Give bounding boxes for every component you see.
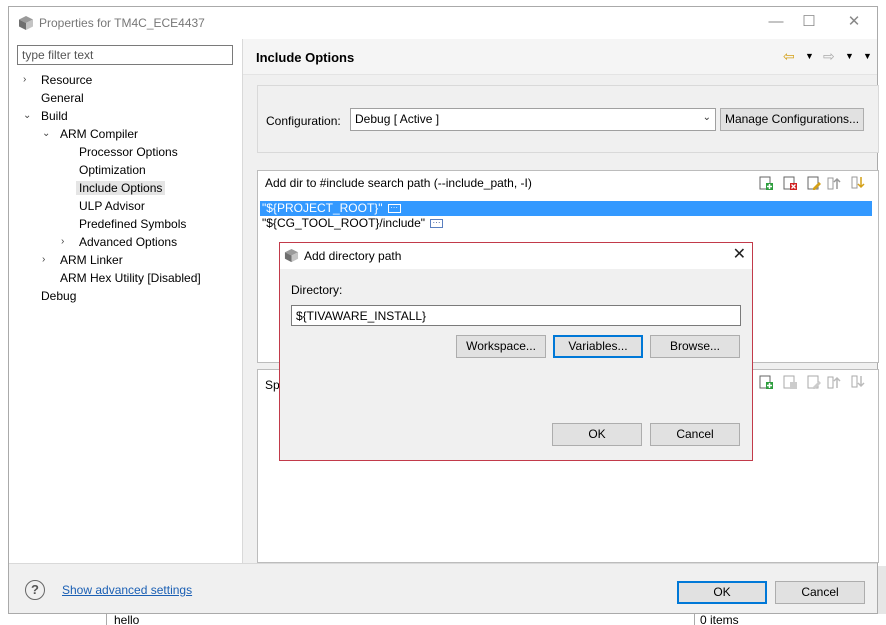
tree-item-label: Include Options (76, 181, 166, 195)
manage-configurations-button[interactable]: Manage Configurations... (720, 108, 864, 131)
directory-label: Directory: (291, 283, 343, 297)
page-title: Include Options (256, 50, 355, 65)
dropdown-icon[interactable]: ▼ (845, 48, 854, 64)
tree-item-label: ARM Hex Utility [Disabled] (60, 271, 201, 285)
ellipsis-icon: ··· (430, 219, 444, 229)
tree-item-label: Optimization (79, 163, 146, 177)
configuration-label: Configuration: (266, 114, 341, 128)
app-cube-icon (284, 248, 299, 263)
directory-field[interactable] (291, 305, 741, 326)
configuration-group: Configuration: Debug [ Active ] ⌄ Manage… (257, 85, 879, 153)
close-icon[interactable]: ✕ (733, 246, 746, 264)
tree-item-advanced-options[interactable]: › Advanced Options (61, 233, 177, 251)
page-header: Include Options ⇦ ▼ ⇨ ▼ ▼ (243, 39, 877, 75)
forward-arrow-icon[interactable]: ⇨ (823, 48, 835, 64)
add-directory-dialog: Add directory path ✕ Directory: Workspac… (279, 242, 753, 461)
configuration-select[interactable]: Debug [ Active ] ⌄ (350, 108, 716, 131)
dropdown-icon[interactable]: ▼ (805, 48, 814, 64)
app-cube-icon (19, 16, 33, 30)
tree-item-label: ARM Compiler (60, 127, 139, 141)
list-item[interactable]: "${PROJECT_ROOT}" ··· (260, 201, 872, 216)
include-path-header: Add dir to #include search path (--inclu… (265, 176, 532, 190)
move-up-icon[interactable] (826, 175, 842, 191)
collapse-chevron-icon[interactable]: ⌄ (23, 107, 33, 125)
title-bar: Properties for TM4C_ECE4437 — ☐ ✕ (9, 7, 877, 39)
tree-item-optimization[interactable]: Optimization (79, 161, 146, 179)
move-up-icon[interactable] (826, 374, 842, 390)
ellipsis-icon: ··· (387, 204, 401, 214)
add-icon[interactable] (758, 374, 774, 390)
ok-button[interactable]: OK (677, 581, 767, 604)
add-icon[interactable] (758, 175, 774, 191)
tree-item-general[interactable]: General (23, 89, 84, 107)
delete-icon[interactable] (782, 175, 798, 191)
chevron-down-icon: ⌄ (702, 112, 711, 123)
filter-input[interactable] (17, 45, 233, 65)
workspace-button[interactable]: Workspace... (456, 335, 546, 358)
dialog-title: Add directory path (304, 249, 402, 263)
collapse-chevron-icon[interactable]: ⌄ (42, 125, 52, 143)
background-project-item: hello (114, 613, 140, 625)
configuration-value: Debug [ Active ] (355, 112, 440, 126)
move-down-icon[interactable] (850, 374, 866, 390)
list-item-text: "${CG_TOOL_ROOT}/include" (262, 216, 426, 230)
tree-item-arm-hex-utility[interactable]: ARM Hex Utility [Disabled] (60, 269, 201, 287)
tree-item-label: Debug (41, 289, 77, 303)
browse-button[interactable]: Browse... (650, 335, 740, 358)
dialog-button-bar: ? Show advanced settings OK Cancel (9, 563, 877, 613)
property-tree-panel: › Resource General ⌄ Build ⌄ ARM Compile… (9, 39, 243, 563)
tree-item-label: Processor Options (79, 145, 178, 159)
move-down-icon[interactable] (850, 175, 866, 191)
delete-icon[interactable] (782, 374, 798, 390)
expand-chevron-icon[interactable]: › (42, 251, 52, 269)
tree-item-label: Advanced Options (79, 235, 178, 249)
background-divider (694, 614, 695, 625)
tree-item-label: Build (41, 109, 68, 123)
tree-item-arm-linker[interactable]: › ARM Linker (42, 251, 123, 269)
show-advanced-settings-link[interactable]: Show advanced settings (62, 583, 192, 597)
tree-item-label: Resource (41, 73, 93, 87)
maximize-button[interactable]: ☐ (794, 13, 824, 33)
tree-item-arm-compiler[interactable]: ⌄ ARM Compiler (42, 125, 138, 143)
window-title: Properties for TM4C_ECE4437 (39, 16, 205, 30)
dialog-title-bar: Add directory path ✕ (280, 243, 752, 269)
tree-item-label: General (41, 91, 84, 105)
tree-item-ulp-advisor[interactable]: ULP Advisor (79, 197, 145, 215)
tree-item-label: Predefined Symbols (79, 217, 187, 231)
variables-button[interactable]: Variables... (553, 335, 643, 358)
edit-icon[interactable] (806, 175, 822, 191)
tree-item-debug[interactable]: Debug (23, 287, 76, 305)
tree-item-label: ARM Linker (60, 253, 123, 267)
background-panel-edge (877, 566, 886, 614)
minimize-button[interactable]: — (761, 13, 791, 33)
list-item[interactable]: "${CG_TOOL_ROOT}/include" ··· (260, 216, 872, 231)
background-divider (106, 614, 107, 625)
tree-item-label: ULP Advisor (79, 199, 145, 213)
expand-chevron-icon[interactable]: › (23, 71, 33, 89)
tree-item-build[interactable]: ⌄ Build (23, 107, 68, 125)
dialog-cancel-button[interactable]: Cancel (650, 423, 740, 446)
expand-chevron-icon[interactable]: › (61, 233, 71, 251)
tree-item-include-options[interactable]: Include Options (76, 179, 166, 197)
tree-item-resource[interactable]: › Resource (23, 71, 92, 89)
cancel-button[interactable]: Cancel (775, 581, 865, 604)
dialog-ok-button[interactable]: OK (552, 423, 642, 446)
view-menu-icon[interactable]: ▼ (863, 48, 872, 64)
tree-item-processor-options[interactable]: Processor Options (79, 143, 178, 161)
second-list-header: Sp (265, 378, 280, 392)
help-icon[interactable]: ? (25, 580, 45, 600)
back-arrow-icon[interactable]: ⇦ (783, 48, 795, 64)
close-button[interactable]: ✕ (839, 13, 869, 33)
edit-icon[interactable] (806, 374, 822, 390)
tree-item-predefined-symbols[interactable]: Predefined Symbols (79, 215, 186, 233)
list-item-text: "${PROJECT_ROOT}" (262, 201, 383, 215)
background-items-count: 0 items (700, 613, 739, 625)
